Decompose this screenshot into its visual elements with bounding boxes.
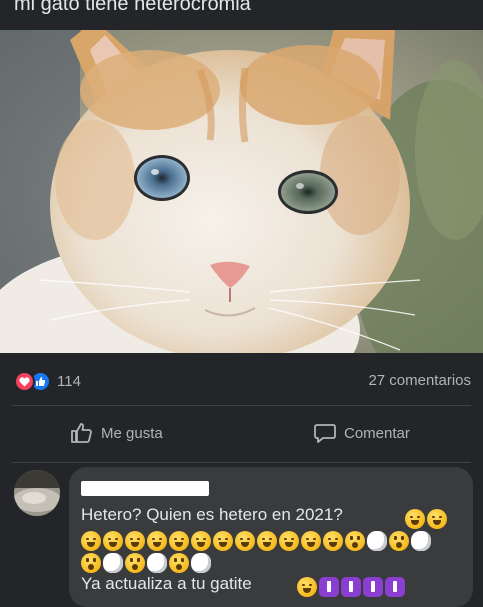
thumbs-up-icon [71,423,92,443]
emoji-row [297,577,405,597]
laugh-emoji-icon [235,531,255,551]
purple-emoji-icon [319,577,339,597]
laugh-emoji-icon [147,531,167,551]
comment-count-link[interactable]: 27 comentarios [368,372,471,389]
laugh-emoji-icon [169,531,189,551]
emoji-row [81,531,431,551]
laugh-emoji-icon [427,509,447,529]
comment-icon [314,424,336,443]
laugh-emoji-icon [323,531,343,551]
avatar-image [14,470,60,516]
laugh-emoji-icon [81,531,101,551]
laugh-emoji-icon [125,531,145,551]
comment-text: Hetero? Quien es hetero en 2021? [81,505,343,524]
emoji-row [405,509,447,529]
puff-emoji-icon [411,531,431,551]
comment-label: Comentar [344,424,410,442]
like-button[interactable]: Me gusta [70,422,163,444]
purple-emoji-icon [385,577,405,597]
love-reaction-icon [14,371,35,392]
post-caption: mi gato tiene heterocromia [14,0,251,15]
cat-image [0,30,483,353]
reactions-summary[interactable]: 114 [14,371,81,392]
wow-emoji-icon [81,553,101,573]
laugh-emoji-icon [297,577,317,597]
avatar[interactable] [14,470,60,516]
laugh-emoji-icon [257,531,277,551]
laugh-emoji-icon [279,531,299,551]
laugh-emoji-icon [191,531,211,551]
laugh-emoji-icon [405,509,425,529]
puff-emoji-icon [367,531,387,551]
purple-emoji-icon [341,577,361,597]
wow-emoji-icon [389,531,409,551]
like-label: Me gusta [101,424,163,442]
comment-button[interactable]: Comentar [313,422,410,444]
puff-emoji-icon [147,553,167,573]
wow-emoji-icon [169,553,189,573]
cat-photo[interactable] [0,30,483,353]
laugh-emoji-icon [103,531,123,551]
wow-emoji-icon [125,553,145,573]
emoji-row [81,553,211,573]
post-actions: Me gusta Comentar [0,406,483,462]
puff-emoji-icon [191,553,211,573]
laugh-emoji-icon [213,531,233,551]
puff-emoji-icon [103,553,123,573]
commenter-name-redacted[interactable] [81,481,209,496]
laugh-emoji-icon [301,531,321,551]
purple-emoji-icon [363,577,383,597]
comment-item: Hetero? Quien es hetero en 2021? Ya actu… [0,462,483,607]
reaction-stats-bar: 114 27 comentarios [0,353,483,405]
comment-bubble[interactable]: Hetero? Quien es hetero en 2021? Ya actu… [69,467,473,607]
comment-text-line: Ya actualiza a tu gatite [81,574,252,593]
reaction-count: 114 [57,373,81,390]
wow-emoji-icon [345,531,365,551]
